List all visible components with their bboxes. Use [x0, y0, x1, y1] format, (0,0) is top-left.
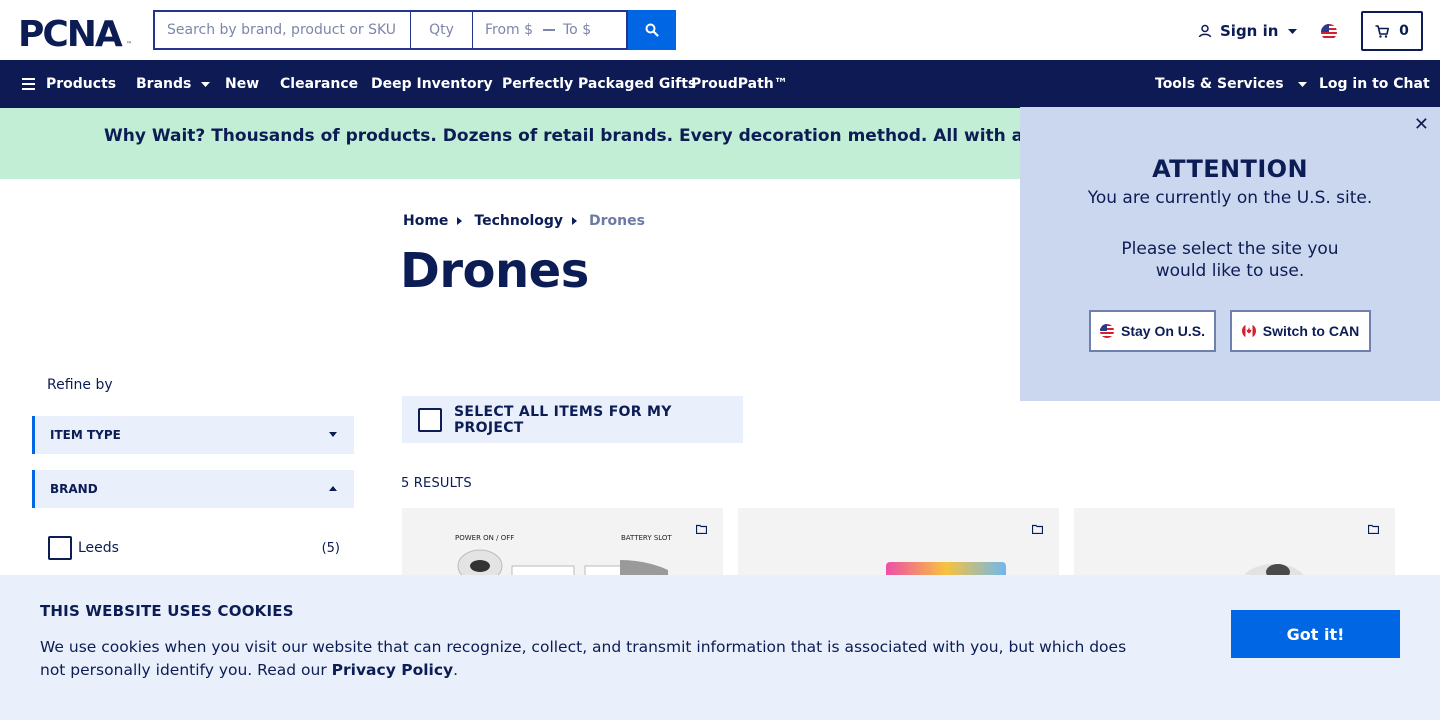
- cart-button[interactable]: 0: [1361, 11, 1423, 51]
- switch-to-can-label[interactable]: Switch to CAN: [1263, 323, 1359, 339]
- chevron-down-icon: [1297, 81, 1307, 87]
- battery-slot-label: BATTERY SLOT: [621, 534, 672, 542]
- price-from-placeholder[interactable]: From $: [485, 22, 537, 38]
- attention-title: ATTENTION: [1152, 155, 1308, 183]
- nav-proudpath[interactable]: ProudPath™: [691, 60, 788, 108]
- breadcrumb-drones: Drones: [589, 213, 645, 229]
- us-flag-icon: [1099, 324, 1114, 338]
- cookie-text: We use cookies when you visit our websit…: [40, 636, 1140, 682]
- caret-up-icon: [329, 486, 337, 491]
- nav-products-label[interactable]: Products: [46, 76, 116, 92]
- svg-text:™: ™: [126, 41, 132, 48]
- us-flag-icon[interactable]: [1321, 24, 1337, 40]
- logo-text: PCNA: [18, 15, 123, 49]
- pcna-logo[interactable]: PCNA ™: [18, 15, 136, 49]
- breadcrumb-technology[interactable]: Technology: [474, 213, 563, 229]
- results-count: 5 RESULTS: [401, 476, 472, 491]
- breadcrumb: Home Technology Drones: [403, 213, 645, 229]
- canada-flag-icon: [1241, 324, 1256, 338]
- stay-on-us-button[interactable]: Stay On U.S.: [1089, 310, 1216, 352]
- cookie-text-end: .: [453, 661, 459, 679]
- nav-products[interactable]: Products: [22, 60, 116, 108]
- brand-option-leeds[interactable]: Leeds (5): [48, 536, 340, 560]
- promo-banner-text: Why Wait? Thousands of products. Dozens …: [104, 126, 1116, 146]
- nav-tools-label[interactable]: Tools & Services: [1155, 76, 1284, 92]
- nav-chat[interactable]: Log in to Chat: [1319, 60, 1430, 108]
- facet-brand-label: BRAND: [50, 482, 98, 496]
- page-title: Drones: [400, 243, 589, 299]
- attention-message: You are currently on the U.S. site.: [1087, 188, 1373, 208]
- chevron-down-icon: [201, 81, 211, 87]
- select-all-checkbox[interactable]: [418, 407, 442, 432]
- top-header: PCNA ™ From $ To $ Sign in: [0, 0, 1440, 60]
- power-on-off-label: POWER ON / OFF: [455, 534, 514, 542]
- nav-brands-label[interactable]: Brands: [136, 76, 191, 92]
- search-input[interactable]: [153, 10, 411, 50]
- facet-item-type-label: ITEM TYPE: [50, 428, 121, 442]
- brand-option-label[interactable]: Leeds: [78, 540, 119, 556]
- qty-input[interactable]: [411, 10, 473, 50]
- sign-in-menu[interactable]: Sign in: [1198, 22, 1298, 40]
- nav-new[interactable]: New: [225, 60, 259, 108]
- sign-in-label[interactable]: Sign in: [1220, 22, 1278, 40]
- cookie-title: THIS WEBSITE USES COOKIES: [40, 602, 294, 620]
- nav-tools-services[interactable]: Tools & Services: [1155, 60, 1307, 108]
- breadcrumb-home[interactable]: Home: [403, 213, 448, 229]
- main-nav: Products Brands New Clearance Deep Inven…: [0, 60, 1440, 108]
- search-bar: From $ To $: [153, 10, 676, 50]
- stay-on-us-label[interactable]: Stay On U.S.: [1121, 323, 1205, 339]
- refine-by-label: Refine by: [47, 377, 113, 393]
- breadcrumb-separator-icon: [572, 217, 578, 225]
- facet-item-type[interactable]: ITEM TYPE: [32, 416, 354, 454]
- privacy-policy-link[interactable]: Privacy Policy: [332, 661, 454, 679]
- add-to-project-icon[interactable]: [1032, 524, 1043, 534]
- select-all-label[interactable]: SELECT ALL ITEMS FOR MY PROJECT: [454, 404, 743, 436]
- chevron-down-icon: [1288, 28, 1298, 34]
- nav-brands[interactable]: Brands: [136, 60, 211, 108]
- cart-count: 0: [1399, 23, 1409, 39]
- user-icon: [1198, 24, 1212, 38]
- cart-icon: [1375, 24, 1390, 38]
- hamburger-icon: [22, 78, 35, 90]
- got-it-button[interactable]: Got it!: [1231, 610, 1400, 658]
- facet-brand[interactable]: BRAND: [32, 470, 354, 508]
- price-to-placeholder[interactable]: To $: [563, 22, 591, 38]
- site-selector-modal: ✕ ATTENTION You are currently on the U.S…: [1020, 107, 1440, 401]
- cookie-text-body: We use cookies when you visit our websit…: [40, 638, 1127, 679]
- price-dash: [543, 29, 555, 31]
- brand-leeds-checkbox[interactable]: [48, 536, 72, 560]
- search-button[interactable]: [628, 10, 676, 50]
- switch-to-can-button[interactable]: Switch to CAN: [1230, 310, 1371, 352]
- brand-option-count: (5): [321, 540, 340, 556]
- price-range-field[interactable]: From $ To $: [473, 10, 628, 50]
- add-to-project-icon[interactable]: [1368, 524, 1379, 534]
- search-icon: [645, 23, 659, 37]
- cookie-banner: THIS WEBSITE USES COOKIES We use cookies…: [0, 575, 1440, 720]
- breadcrumb-separator-icon: [457, 217, 463, 225]
- nav-gifts[interactable]: Perfectly Packaged Gifts: [502, 60, 696, 108]
- select-all-bar[interactable]: SELECT ALL ITEMS FOR MY PROJECT: [402, 396, 743, 443]
- nav-deep-inventory[interactable]: Deep Inventory: [371, 60, 493, 108]
- caret-down-icon: [329, 432, 337, 437]
- attention-instruction: Please select the site you would like to…: [1121, 239, 1339, 281]
- nav-clearance[interactable]: Clearance: [280, 60, 358, 108]
- close-icon[interactable]: ✕: [1414, 116, 1429, 134]
